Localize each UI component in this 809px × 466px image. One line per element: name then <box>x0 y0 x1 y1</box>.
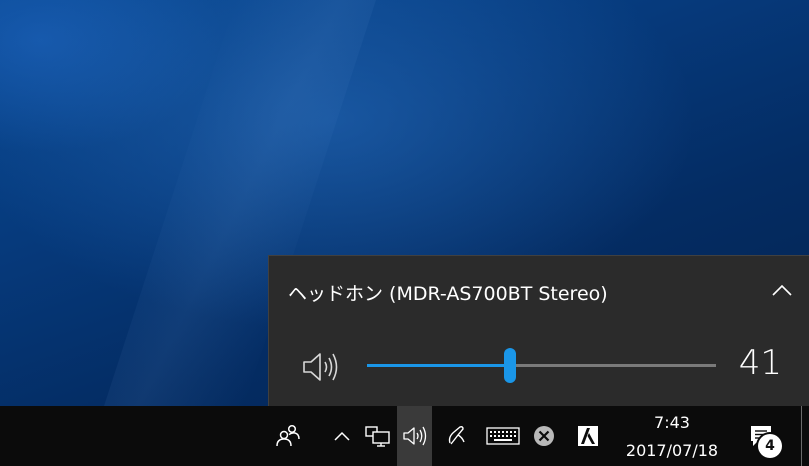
ime-icon <box>578 426 598 446</box>
people-button[interactable] <box>268 406 308 466</box>
pen-workspace-button[interactable] <box>440 406 474 466</box>
keyboard-icon <box>486 427 520 445</box>
ime-off-button[interactable] <box>530 406 558 466</box>
volume-slider-fill <box>367 364 511 367</box>
pen-icon <box>448 426 465 445</box>
clock-time: 7:43 <box>654 413 690 432</box>
clock-date: 2017/07/18 <box>625 441 719 460</box>
volume-flyout: ヘッドホン (MDR-AS700BT Stereo) 41 <box>268 255 809 406</box>
people-icon <box>276 424 300 447</box>
ime-mode-button[interactable] <box>572 406 604 466</box>
show-desktop-button[interactable] <box>801 406 809 466</box>
show-hidden-icons-button[interactable] <box>326 406 358 466</box>
audio-device-name[interactable]: ヘッドホン (MDR-AS700BT Stereo) <box>288 279 608 306</box>
chevron-up-icon <box>334 431 350 441</box>
notification-count-badge: 4 <box>758 434 782 458</box>
mute-button[interactable] <box>301 349 341 385</box>
volume-slider-thumb[interactable] <box>504 348 517 383</box>
volume-slider[interactable] <box>367 348 716 384</box>
clock[interactable]: 7:43 2017/07/18 <box>618 406 726 466</box>
taskbar: 7:43 2017/07/18 <box>0 406 809 466</box>
volume-button[interactable] <box>397 406 432 466</box>
speaker-icon <box>402 426 426 446</box>
touch-keyboard-button[interactable] <box>484 406 522 466</box>
speaker-icon <box>303 353 338 381</box>
chevron-up-icon <box>772 284 792 296</box>
expand-devices-button[interactable] <box>769 278 795 304</box>
network-icon <box>365 426 390 447</box>
network-button[interactable] <box>360 406 396 466</box>
close-circle-icon <box>534 426 554 446</box>
volume-value: 41 <box>738 343 782 383</box>
